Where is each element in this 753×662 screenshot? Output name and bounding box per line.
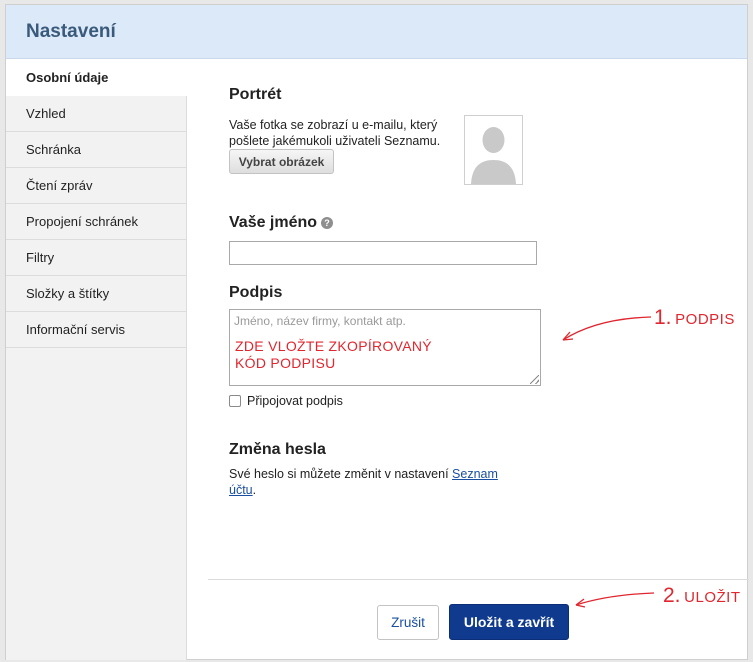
annotation-1-number: 1. <box>654 306 672 329</box>
footer-divider <box>208 579 749 580</box>
annotation-ulozit: 2. ULOŽIT <box>663 584 740 608</box>
sidebar-item-vzhled[interactable]: Vzhled <box>6 96 186 132</box>
seznam-ucet-link-part2[interactable]: účtu <box>229 483 253 497</box>
attach-signature-checkbox[interactable] <box>229 395 241 407</box>
signature-annotation-note: ZDE VLOŽTE ZKOPÍROVANÝ KÓD PODPISU <box>235 338 432 372</box>
settings-content: Portrét Vaše fotka se zobrazí u e-mailu,… <box>187 60 749 660</box>
choose-image-button[interactable]: Vybrat obrázek <box>229 149 334 174</box>
sidebar-item-osobni-udaje[interactable]: Osobní údaje <box>6 60 187 96</box>
annotation-podpis: 1. PODPIS <box>654 306 735 330</box>
signature-note-line-1: ZDE VLOŽTE ZKOPÍROVANÝ <box>235 338 432 354</box>
password-description: Své heslo si můžete změnit v nastavení S… <box>229 466 529 498</box>
sidebar-item-cteni-zprav[interactable]: Čtení zpráv <box>6 168 186 204</box>
avatar[interactable] <box>464 115 523 185</box>
annotation-arrow-2-icon <box>575 592 655 608</box>
annotation-arrow-1-icon <box>562 316 652 341</box>
save-and-close-button[interactable]: Uložit a zavřít <box>449 604 569 640</box>
sidebar-item-propojeni-schranek[interactable]: Propojení schránek <box>6 204 186 240</box>
signature-heading: Podpis <box>229 284 283 301</box>
password-suffix: . <box>252 483 257 497</box>
seznam-ucet-link-part1[interactable]: Seznam <box>452 467 498 481</box>
signature-placeholder: Jméno, název firmy, kontakt atp. <box>234 314 406 328</box>
dialog-title: Nastavení <box>26 20 116 42</box>
sidebar-item-informacni-servis[interactable]: Informační servis <box>6 312 186 348</box>
password-text: Své heslo si můžete změnit v nastavení <box>229 467 453 481</box>
sidebar-item-filtry[interactable]: Filtry <box>6 240 186 276</box>
annotation-2-label: ULOŽIT <box>684 589 741 606</box>
annotation-2-number: 2. <box>663 584 681 607</box>
attach-signature-row[interactable]: Připojovat podpis <box>229 394 343 408</box>
name-heading: Vaše jméno? <box>229 214 334 232</box>
name-input[interactable] <box>229 241 537 265</box>
dialog-header: Nastavení <box>6 5 747 59</box>
signature-note-line-2: KÓD PODPISU <box>235 355 336 371</box>
portrait-description: Vaše fotka se zobrazí u e-mailu, který p… <box>229 118 441 148</box>
person-silhouette-icon <box>465 116 522 184</box>
question-icon[interactable]: ? <box>321 217 334 229</box>
password-heading: Změna hesla <box>229 441 326 458</box>
signature-textarea[interactable]: Jméno, název firmy, kontakt atp. ZDE VLO… <box>229 309 541 386</box>
annotation-1-label: PODPIS <box>675 311 735 328</box>
attach-signature-label: Připojovat podpis <box>247 394 343 408</box>
sidebar-item-schranka[interactable]: Schránka <box>6 132 186 168</box>
name-heading-label: Vaše jméno <box>229 214 318 231</box>
portrait-heading: Portrét <box>229 86 282 103</box>
cancel-button[interactable]: Zrušit <box>377 605 439 640</box>
resize-grip-icon[interactable] <box>530 375 539 384</box>
settings-sidebar: Osobní údaje Vzhled Schránka Čtení zpráv… <box>6 60 187 660</box>
sidebar-item-slozky-a-stitky[interactable]: Složky a štítky <box>6 276 186 312</box>
